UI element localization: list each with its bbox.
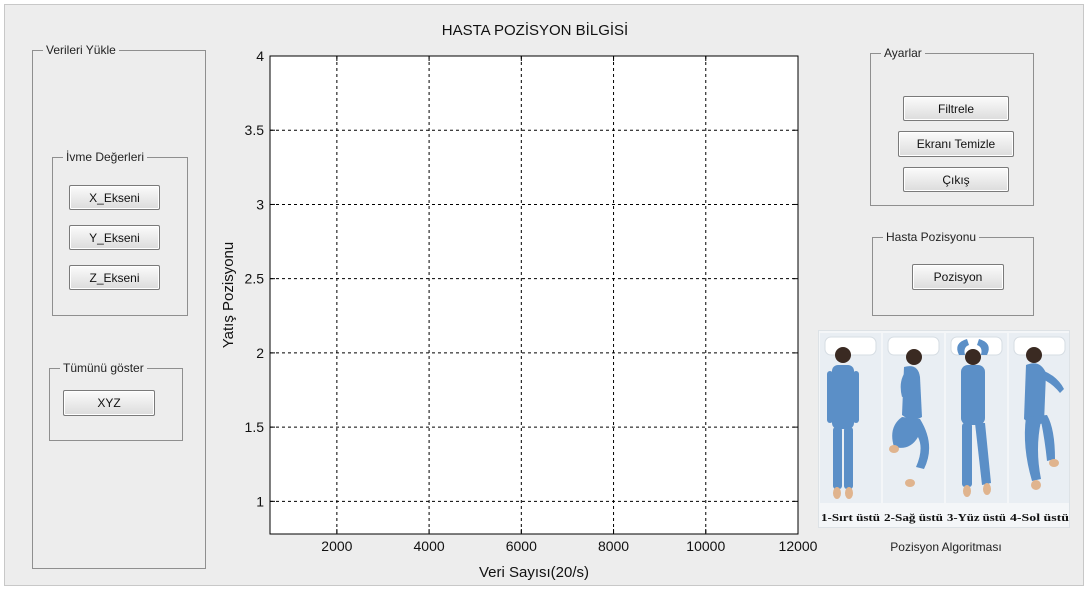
y-tick-label: 3 bbox=[256, 196, 264, 212]
torso bbox=[1024, 363, 1046, 425]
sleep-positions-image: 1-Sırt üstü 2-Sağ üstü 3-Yüz üstü 4-Sol üst… bbox=[818, 330, 1070, 528]
x-axis-label: Veri Sayısı(20/s) bbox=[479, 564, 589, 581]
foot bbox=[963, 485, 971, 497]
filtrele-button[interactable]: Filtrele bbox=[903, 96, 1009, 121]
y-tick-label: 1 bbox=[256, 493, 264, 509]
cikis-button[interactable]: Çıkış bbox=[903, 167, 1009, 192]
y-tick-label: 2 bbox=[256, 345, 264, 361]
foot bbox=[1049, 459, 1059, 467]
head bbox=[835, 347, 851, 363]
sleep-figure-1: 1-Sırt üstü bbox=[820, 333, 881, 524]
head bbox=[1026, 347, 1042, 363]
position-label-4: 4-Sol üstü bbox=[1010, 512, 1069, 524]
position-label-1: 1-Sırt üstü bbox=[821, 512, 880, 524]
foot bbox=[1031, 480, 1041, 490]
pozisyon-button[interactable]: Pozisyon bbox=[912, 264, 1004, 290]
arm bbox=[827, 371, 833, 423]
ayarlar-legend: Ayarlar bbox=[884, 46, 922, 60]
arm bbox=[853, 371, 859, 423]
x-tick-label: 2000 bbox=[321, 538, 352, 554]
y-tick-label: 4 bbox=[256, 48, 264, 64]
torso bbox=[961, 365, 985, 425]
foot bbox=[983, 483, 991, 495]
ekrani-temizle-button[interactable]: Ekranı Temizle bbox=[898, 131, 1014, 157]
leg bbox=[833, 427, 842, 489]
hasta-pozisyonu-legend: Hasta Pozisyonu bbox=[886, 230, 977, 244]
y-axis-label: Yatış Pozisyonu bbox=[220, 242, 237, 348]
leg bbox=[962, 423, 972, 487]
head bbox=[906, 349, 922, 365]
leg bbox=[844, 427, 853, 489]
torso bbox=[832, 365, 854, 429]
y-tick-label: 2.5 bbox=[245, 271, 265, 287]
foot bbox=[845, 487, 853, 499]
foot bbox=[833, 487, 841, 499]
y-tick-label: 1.5 bbox=[245, 419, 265, 435]
y-tick-label: 3.5 bbox=[245, 122, 265, 138]
head bbox=[965, 349, 981, 365]
position-label-2: 2-Sağ üstü bbox=[884, 512, 943, 524]
foot bbox=[905, 479, 915, 487]
position-label-3: 3-Yüz üstü bbox=[947, 512, 1006, 524]
x-tick-label: 6000 bbox=[506, 538, 537, 554]
x-tick-label: 12000 bbox=[779, 538, 818, 554]
sleep-positions-illustration: 1-Sırt üstü 2-Sağ üstü 3-Yüz üstü 4-Sol üst… bbox=[820, 333, 1069, 524]
x-tick-label: 10000 bbox=[686, 538, 725, 554]
x-tick-label: 4000 bbox=[414, 538, 445, 554]
sleep-figure-4: 4-Sol üstü bbox=[1009, 333, 1069, 524]
plot-area bbox=[270, 56, 798, 534]
sleep-figure-3: 3-Yüz üstü bbox=[946, 333, 1007, 524]
x-tick-label: 8000 bbox=[598, 538, 629, 554]
position-algorithm-caption: Pozisyon Algoritması bbox=[890, 540, 1002, 554]
sleep-figure-2: 2-Sağ üstü bbox=[883, 333, 944, 524]
foot bbox=[889, 445, 899, 453]
